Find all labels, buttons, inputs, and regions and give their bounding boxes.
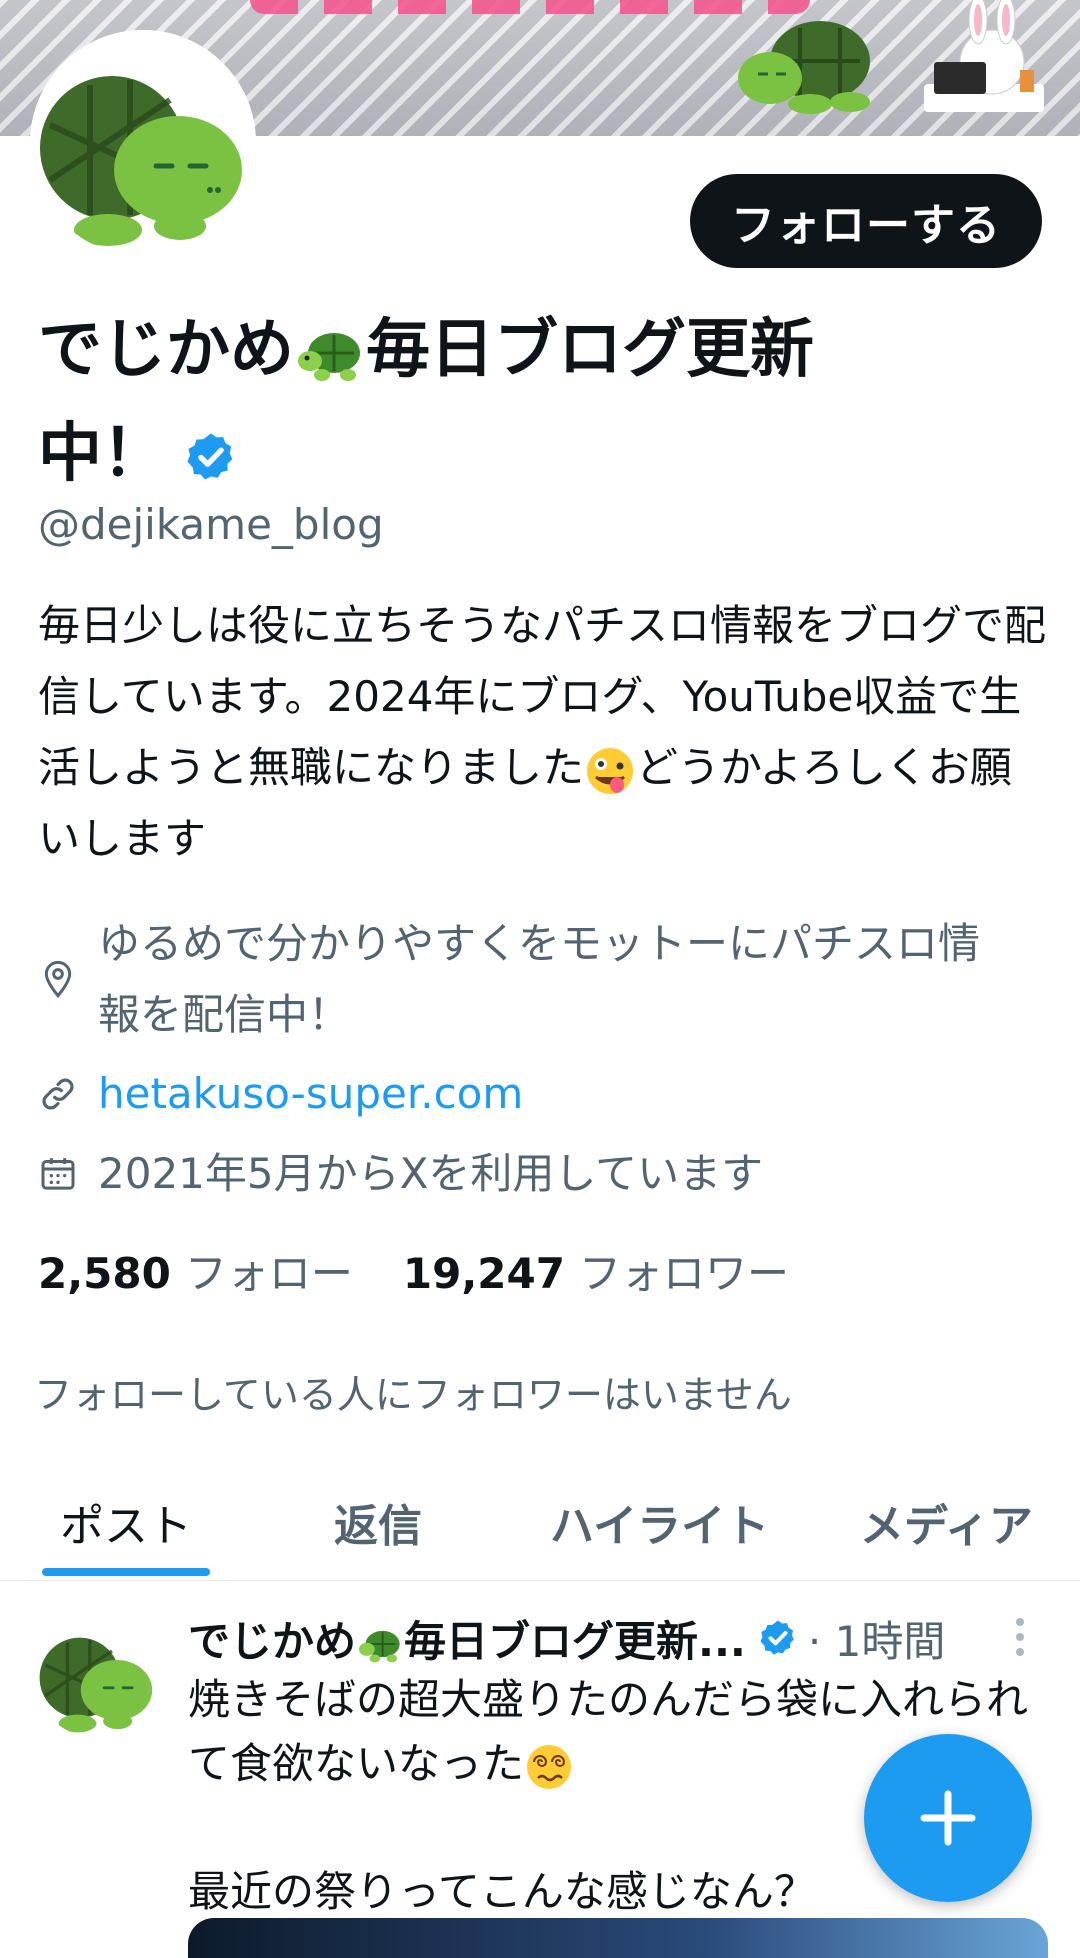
turtle-emoji-icon xyxy=(359,1630,400,1663)
post-header: でじかめ 毎日ブログ更新... · 1時間 xyxy=(188,1608,1028,1668)
turtle-avatar-image xyxy=(34,1612,160,1738)
profile-counts: 2,580 フォロー 19,247 フォロワー xyxy=(38,1240,789,1301)
post-media-image[interactable] xyxy=(188,1918,1048,1958)
tab-media[interactable]: メディア xyxy=(860,1490,1033,1554)
map-pin-icon xyxy=(38,908,82,1050)
profile-name-text-1: でじかめ xyxy=(38,313,294,387)
post-author-name-text-2: 毎日ブログ更新... xyxy=(404,1616,746,1666)
profile-joined-row: 2021年5月からXを利用しています xyxy=(38,1138,1058,1209)
following-count-link[interactable]: 2,580 フォロー xyxy=(38,1240,353,1301)
turtle-emoji-icon xyxy=(298,333,360,382)
post-author-avatar[interactable] xyxy=(34,1612,160,1738)
profile-name: でじかめ 毎日ブログ更新中！ xyxy=(38,298,858,506)
verified-badge-icon[interactable] xyxy=(184,430,238,484)
profile-bio: 毎日少しは役に立ちそうなパチスロ情報をブログで配信しています。2024年にブログ… xyxy=(38,590,1048,874)
verified-badge-icon[interactable] xyxy=(758,1618,798,1658)
plus-icon xyxy=(920,1790,976,1846)
zany-face-emoji-icon xyxy=(587,747,634,794)
followers-you-know-text: フォローしている人にフォロワーはいません xyxy=(34,1373,792,1417)
post-author-name-text-1: でじかめ xyxy=(188,1616,357,1666)
post-timestamp[interactable]: · 1時間 xyxy=(808,1608,945,1669)
banner-rabbit-illustration xyxy=(924,0,1044,112)
active-tab-indicator xyxy=(42,1568,210,1576)
banner-turtle-illustration xyxy=(738,21,870,114)
profile-tabs: ポスト 返信 ハイライト メディア xyxy=(0,1450,1080,1581)
more-vertical-icon[interactable] xyxy=(1010,1614,1030,1660)
profile-joined-text: 2021年5月からXを利用しています xyxy=(98,1149,764,1198)
profile-website-link[interactable]: hetakuso-super.com xyxy=(98,1058,1058,1129)
compose-post-button[interactable] xyxy=(864,1734,1032,1902)
link-icon xyxy=(38,1058,82,1129)
following-count: 2,580 xyxy=(38,1249,171,1298)
tab-highlights[interactable]: ハイライト xyxy=(550,1490,769,1554)
post-author-name[interactable]: でじかめ 毎日ブログ更新... xyxy=(188,1608,746,1669)
dizzy-face-emoji-icon xyxy=(527,1744,572,1789)
calendar-icon xyxy=(38,1138,82,1209)
profile-website-row: hetakuso-super.com xyxy=(38,1058,1058,1129)
followers-count-link[interactable]: 19,247 フォロワー xyxy=(403,1240,789,1301)
followers-count: 19,247 xyxy=(402,1249,565,1298)
followers-label: フォロワー xyxy=(578,1249,789,1298)
turtle-avatar-image xyxy=(30,30,256,256)
profile-location-text: ゆるめで分かりやすくをモットーにパチスロ情報を配信中！ xyxy=(98,919,981,1039)
tab-replies[interactable]: 返信 xyxy=(334,1490,422,1554)
profile-location-row: ゆるめで分かりやすくをモットーにパチスロ情報を配信中！ xyxy=(38,908,1018,1050)
profile-handle: @dejikame_blog xyxy=(38,500,384,549)
tab-posts[interactable]: ポスト xyxy=(60,1490,192,1554)
banner-pink-text-decoration xyxy=(250,0,810,14)
profile-avatar[interactable] xyxy=(30,30,256,256)
follow-button[interactable]: フォローする xyxy=(690,174,1042,268)
following-label: フォロー xyxy=(184,1249,353,1298)
